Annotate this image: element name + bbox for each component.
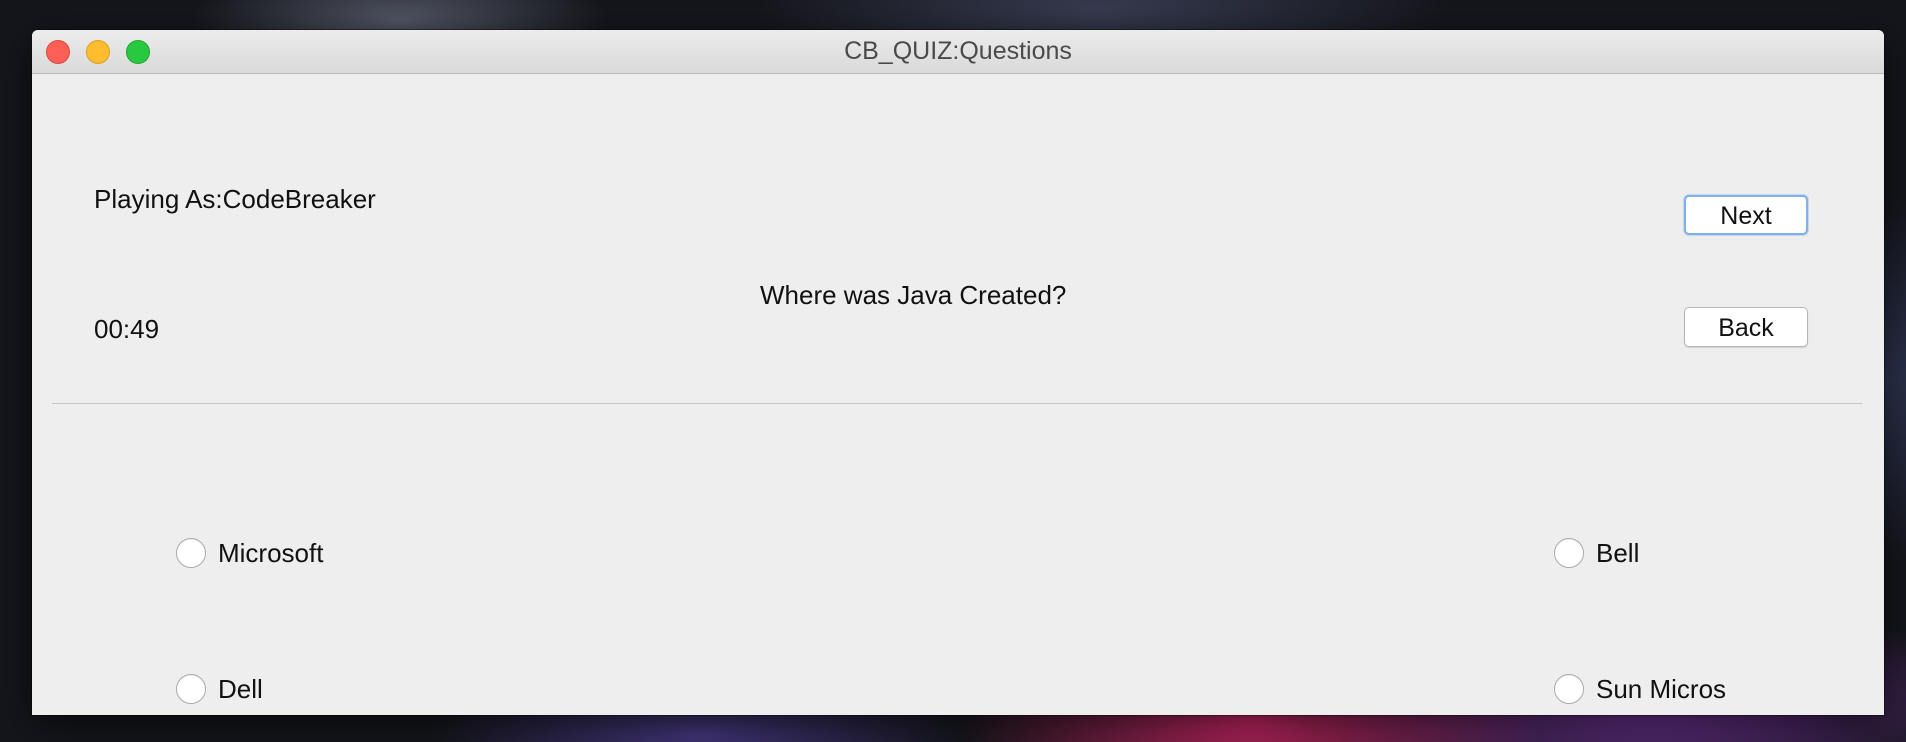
back-button[interactable]: Back <box>1684 307 1808 347</box>
answer-option-label[interactable]: Sun Micros <box>1596 674 1726 705</box>
answer-option-sun-micros[interactable]: Sun Micros <box>1554 672 1726 706</box>
radio-button[interactable] <box>176 538 206 568</box>
answer-option-bell[interactable]: Bell <box>1554 536 1639 570</box>
answer-option-label[interactable]: Bell <box>1596 538 1639 569</box>
radio-button[interactable] <box>1554 538 1584 568</box>
next-button[interactable]: Next <box>1684 195 1808 235</box>
answer-option-microsoft[interactable]: Microsoft <box>176 536 323 570</box>
title-bar[interactable]: CB_QUIZ:Questions <box>32 30 1884 74</box>
player-label: Playing As:CodeBreaker <box>94 184 376 214</box>
divider <box>52 403 1862 404</box>
quiz-panel: Playing As:CodeBreaker 00:49 Where was J… <box>32 74 1884 715</box>
countdown-timer: 00:49 <box>94 314 160 344</box>
window-title: CB_QUIZ:Questions <box>844 37 1072 65</box>
answer-option-dell[interactable]: Dell <box>176 672 263 706</box>
radio-button[interactable] <box>1554 674 1584 704</box>
radio-button[interactable] <box>176 674 206 704</box>
question-text: Where was Java Created? <box>760 280 1067 310</box>
quiz-window: CB_QUIZ:Questions Playing As:CodeBreaker… <box>32 30 1884 715</box>
answer-option-label[interactable]: Microsoft <box>218 538 323 569</box>
answer-option-label[interactable]: Dell <box>218 674 263 705</box>
